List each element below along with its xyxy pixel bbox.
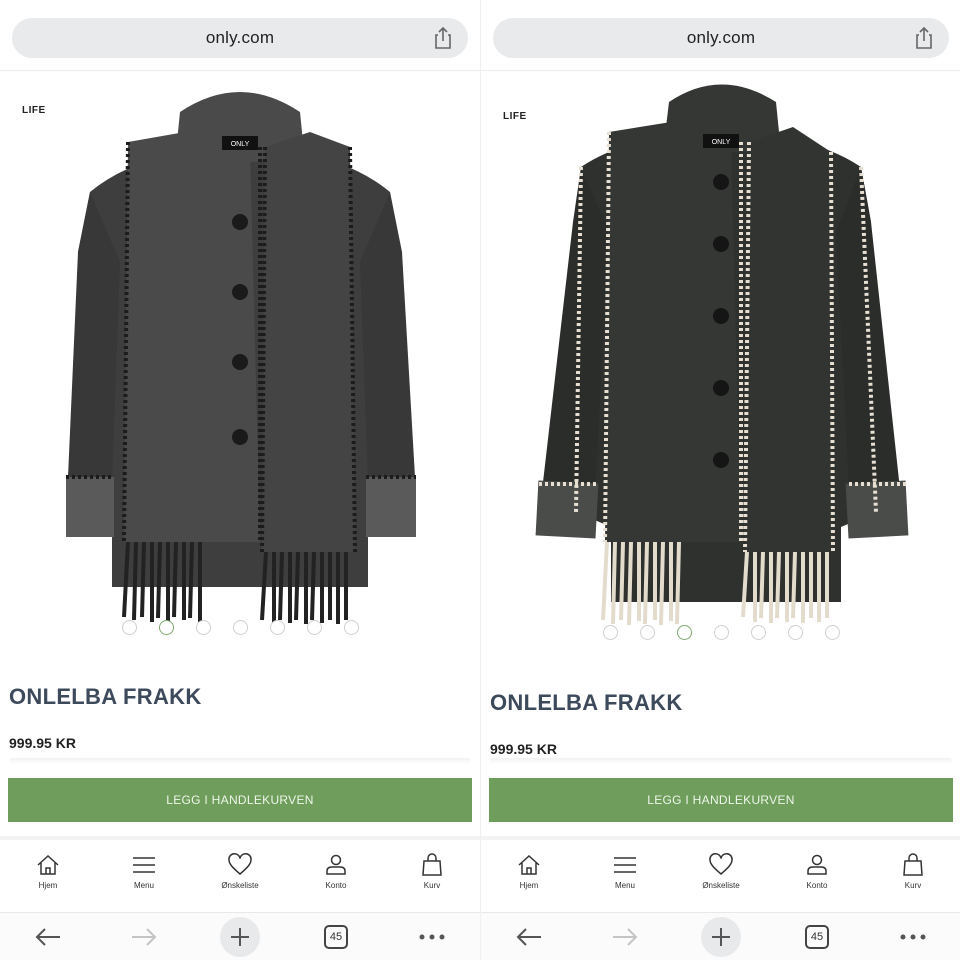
account-icon — [326, 854, 346, 875]
nav-item-account[interactable]: Konto — [296, 852, 376, 904]
nav-item-menu[interactable]: Menu — [104, 852, 184, 904]
carousel-dot-active[interactable] — [158, 620, 174, 635]
product-title: ONLELBA FRAKK — [490, 690, 683, 715]
coat-label-text: ONLY — [231, 141, 250, 148]
brand-tag: LIFE — [22, 105, 46, 116]
browser-toolbar: 45 — [0, 912, 480, 960]
nav-item-home[interactable]: Hjem — [8, 852, 88, 904]
nav-label: Menu — [133, 881, 154, 890]
nav-item-bag[interactable]: Kurv — [873, 852, 953, 904]
back-button[interactable] — [509, 917, 549, 957]
image-carousel-dots — [481, 625, 960, 640]
nav-item-wishlist[interactable]: Ønskeliste — [200, 852, 280, 904]
product-image-coat[interactable]: ONLY — [531, 72, 911, 632]
brand-tag: LIFE — [503, 111, 527, 122]
carousel-dot[interactable] — [343, 620, 359, 635]
carousel-dot[interactable] — [195, 620, 211, 635]
header-divider — [0, 70, 480, 71]
nav-item-account[interactable]: Konto — [777, 852, 857, 904]
nav-label: Ønskeliste — [221, 881, 259, 890]
address-bar[interactable]: only.com — [493, 18, 949, 58]
carousel-dot[interactable] — [824, 625, 840, 640]
more-button[interactable] — [893, 917, 933, 957]
phone-screen-left: only.com LIFE ONLY ONLELBA FRAKK 999.95 … — [0, 0, 480, 960]
menu-icon — [133, 857, 155, 873]
comparison-view: only.com LIFE ONLY ONLELBA FRAKK 999.95 … — [0, 0, 960, 960]
nav-label: Kurv — [904, 881, 922, 890]
product-price: 999.95 KR — [490, 741, 557, 757]
account-icon — [807, 854, 827, 875]
share-icon[interactable] — [432, 26, 454, 50]
carousel-dot[interactable] — [306, 620, 322, 635]
nav-label: Hjem — [519, 881, 539, 890]
tab-count: 45 — [324, 924, 348, 949]
header-divider — [481, 70, 960, 71]
plus-icon — [231, 927, 249, 946]
arrow-left-icon — [516, 927, 541, 946]
url-text: only.com — [686, 28, 756, 47]
product-price: 999.95 KR — [9, 735, 76, 751]
image-carousel-dots — [0, 620, 480, 635]
new-tab-button[interactable] — [701, 916, 741, 957]
product-title: ONLELBA FRAKK — [9, 684, 202, 709]
bag-icon — [422, 853, 442, 876]
tabs-button[interactable]: 45 — [797, 917, 837, 957]
arrow-left-icon — [35, 927, 60, 946]
heart-icon — [228, 852, 252, 875]
url-text: only.com — [205, 28, 275, 47]
home-icon — [37, 854, 59, 875]
size-selector-edge — [9, 758, 471, 764]
site-nav-bar: Hjem Menu Ønskeliste Konto Kurv — [481, 852, 960, 904]
arrow-right-icon — [132, 927, 157, 946]
browser-toolbar: 45 — [481, 912, 960, 960]
tabs-button[interactable]: 45 — [316, 917, 356, 957]
nav-label: Menu — [614, 881, 635, 890]
section-divider — [481, 836, 960, 840]
more-button[interactable] — [412, 917, 452, 957]
menu-icon — [614, 857, 636, 873]
carousel-dot-active[interactable] — [676, 625, 692, 640]
plus-icon — [712, 927, 730, 946]
tab-count: 45 — [805, 924, 829, 949]
home-icon — [518, 854, 540, 875]
nav-item-menu[interactable]: Menu — [585, 852, 665, 904]
carousel-dot[interactable] — [639, 625, 655, 640]
nav-label: Kurv — [423, 881, 441, 890]
carousel-dot[interactable] — [713, 625, 729, 640]
nav-item-bag[interactable]: Kurv — [392, 852, 472, 904]
product-image-coat[interactable]: ONLY — [50, 72, 430, 632]
share-icon[interactable] — [913, 26, 935, 50]
more-icon — [419, 934, 445, 939]
add-to-cart-button[interactable]: LEGG I HANDLEKURVEN — [489, 778, 953, 822]
carousel-dot[interactable] — [269, 620, 285, 635]
nav-label: Konto — [806, 881, 828, 890]
nav-label: Hjem — [38, 881, 58, 890]
size-selector-edge — [490, 758, 952, 764]
bag-icon — [903, 853, 923, 876]
heart-icon — [709, 852, 733, 875]
carousel-dot[interactable] — [602, 625, 618, 640]
forward-button[interactable] — [124, 917, 164, 957]
carousel-dot[interactable] — [787, 625, 803, 640]
carousel-dot[interactable] — [232, 620, 248, 635]
forward-button[interactable] — [605, 917, 645, 957]
arrow-right-icon — [613, 927, 638, 946]
nav-label: Ønskeliste — [702, 881, 740, 890]
nav-label: Konto — [325, 881, 347, 890]
nav-item-wishlist[interactable]: Ønskeliste — [681, 852, 761, 904]
more-icon — [900, 934, 926, 939]
new-tab-button[interactable] — [220, 916, 260, 957]
site-nav-bar: Hjem Menu Ønskeliste Konto Kurv — [0, 852, 480, 904]
back-button[interactable] — [28, 917, 68, 957]
coat-label-text: ONLY — [712, 139, 731, 146]
carousel-dot[interactable] — [750, 625, 766, 640]
carousel-dot[interactable] — [121, 620, 137, 635]
address-bar[interactable]: only.com — [12, 18, 468, 58]
add-to-cart-button[interactable]: LEGG I HANDLEKURVEN — [8, 778, 472, 822]
phone-screen-right: only.com LIFE ONLY ONLELBA FRAKK 999.95 … — [480, 0, 960, 960]
section-divider — [0, 836, 480, 840]
nav-item-home[interactable]: Hjem — [489, 852, 569, 904]
